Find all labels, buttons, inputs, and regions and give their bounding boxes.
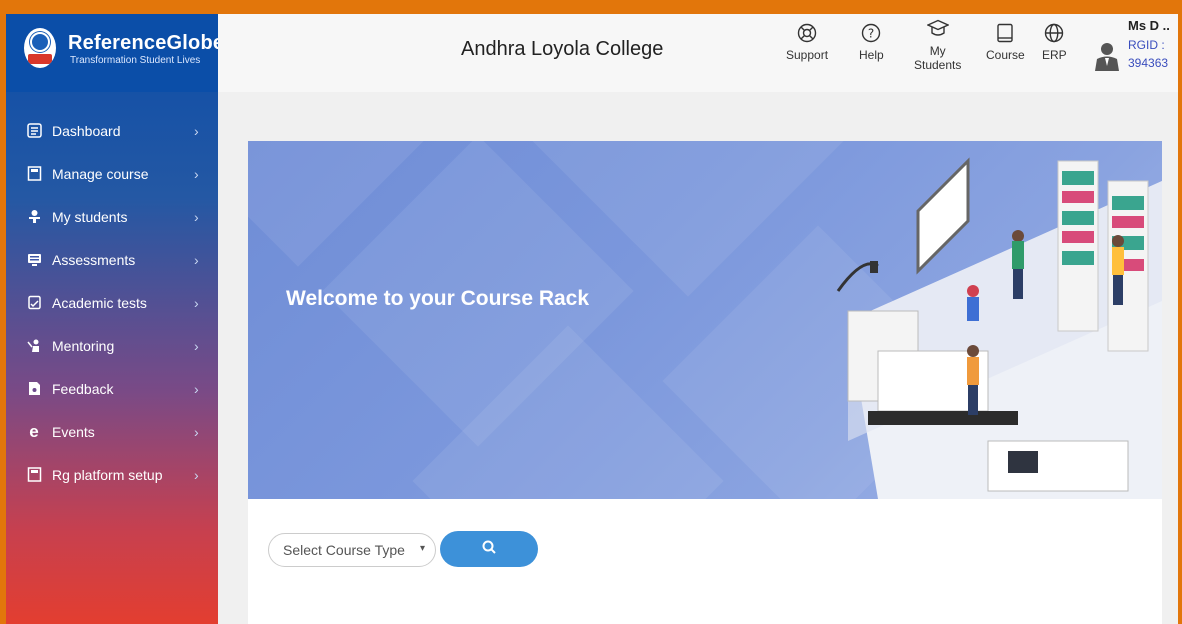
app-frame: ReferenceGlobe Transformation Student Li…: [6, 14, 1178, 624]
sidebar-item-label: Manage course: [52, 165, 149, 182]
chevron-right-icon: ›: [194, 251, 199, 268]
chevron-right-icon: ›: [194, 466, 199, 483]
course-search-panel: Select Course Type ▾: [248, 499, 1162, 624]
header-item-label: Course: [986, 48, 1025, 62]
brand-name: ReferenceGlobe: [68, 32, 225, 54]
chevron-right-icon: ›: [194, 337, 199, 354]
header-item-label: Help: [859, 48, 884, 62]
header-item-label: Students: [914, 58, 962, 72]
banner-title: Welcome to your Course Rack: [286, 287, 590, 310]
sidebar-item-label: My students: [52, 208, 128, 225]
top-header: [218, 14, 1178, 92]
logo-icon: [24, 28, 56, 68]
test-icon: [26, 295, 42, 311]
chevron-right-icon: ›: [194, 423, 199, 440]
chevron-down-icon: ▾: [419, 543, 425, 554]
chevron-right-icon: ›: [194, 122, 199, 139]
welcome-banner: Welcome to your Course Rack: [248, 141, 1162, 499]
chevron-right-icon: ›: [194, 165, 199, 182]
brand-tagline: Transformation Student Lives: [70, 55, 201, 66]
sidebar-item-label: Mentoring: [52, 337, 115, 354]
header-item-label: Support: [786, 48, 829, 62]
sidebar-item-events[interactable]: e Events ›: [6, 410, 218, 453]
graduation-cap-icon: [926, 18, 949, 40]
search-button[interactable]: [440, 531, 538, 567]
sidebar-item-assessments[interactable]: Assessments ›: [6, 238, 218, 281]
mentor-icon: [26, 338, 42, 354]
feedback-icon: [26, 381, 42, 397]
chevron-right-icon: ›: [194, 294, 199, 311]
sidebar-item-manage-course[interactable]: Manage course ›: [6, 152, 218, 195]
svg-text:?: ?: [868, 27, 874, 41]
header-my-students-button[interactable]: My Students: [914, 18, 961, 72]
sidebar-nav: Dashboard › Manage course › My students …: [6, 109, 218, 496]
sidebar-item-academic-tests[interactable]: Academic tests ›: [6, 281, 218, 324]
sidebar-item-label: Feedback: [52, 380, 114, 397]
student-icon: [26, 209, 42, 225]
setup-icon: [26, 467, 42, 483]
events-icon: e: [29, 421, 39, 441]
header-help-button[interactable]: ? Help: [859, 22, 884, 62]
globe-icon: [1043, 22, 1065, 44]
sidebar-item-rg-platform-setup[interactable]: Rg platform setup ›: [6, 453, 218, 496]
chevron-right-icon: ›: [194, 208, 199, 225]
course-type-select[interactable]: Select Course Type ▾: [268, 533, 436, 567]
library-illustration: [836, 157, 1162, 499]
header-item-label: My: [929, 44, 946, 58]
header-support-button[interactable]: Support: [786, 22, 828, 62]
user-name: Ms D ..: [1128, 18, 1170, 33]
header-erp-button[interactable]: ERP: [1042, 22, 1067, 62]
rgid-value: 394363: [1128, 56, 1169, 70]
course-type-select-value: Select Course Type: [283, 542, 405, 558]
sidebar-item-label: Rg platform setup: [52, 466, 163, 483]
sidebar-item-label: Events: [52, 423, 95, 440]
help-icon: ?: [860, 22, 882, 44]
college-name: Andhra Loyola College: [461, 38, 664, 60]
sidebar-item-label: Assessments: [52, 251, 136, 268]
header-course-button[interactable]: Course: [986, 22, 1025, 62]
support-icon: [796, 22, 818, 44]
sidebar-item-dashboard[interactable]: Dashboard ›: [6, 109, 218, 152]
sidebar-item-my-students[interactable]: My students ›: [6, 195, 218, 238]
avatar-icon: [1094, 42, 1120, 72]
monitor-icon: [26, 252, 42, 268]
sidebar-item-feedback[interactable]: Feedback ›: [6, 367, 218, 410]
dashboard-icon: [26, 123, 42, 139]
sidebar-item-label: Academic tests: [52, 294, 147, 311]
chevron-right-icon: ›: [194, 380, 199, 397]
search-icon: [482, 540, 496, 559]
book-icon: [994, 22, 1016, 44]
sidebar-item-mentoring[interactable]: Mentoring ›: [6, 324, 218, 367]
book-icon: [26, 166, 42, 182]
header-item-label: ERP: [1042, 48, 1067, 62]
sidebar-item-label: Dashboard: [52, 122, 121, 139]
user-profile[interactable]: Ms D .. RGID : 394363: [1094, 18, 1174, 88]
rgid-label: RGID :: [1128, 38, 1165, 52]
